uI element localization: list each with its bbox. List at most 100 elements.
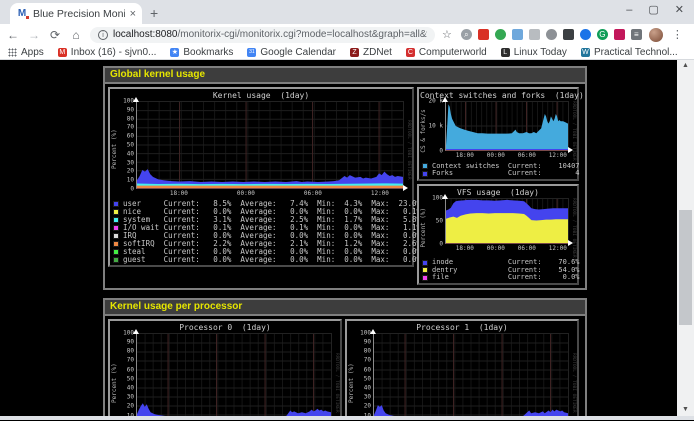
x-tick-label: 06:00 — [518, 245, 536, 252]
y-axis-label: Percent (%) — [111, 333, 119, 416]
bookmark-item[interactable]: MInbox (16) - sjvn0... — [58, 47, 157, 58]
bookmark-item[interactable]: ★Bookmarks — [170, 47, 233, 58]
y-tick-label: 0 — [439, 240, 443, 247]
y-axis-label: Percent (%) — [348, 333, 356, 416]
green-circle-ext-icon[interactable]: G — [597, 29, 608, 40]
legend-swatch — [422, 260, 428, 266]
tab-close-icon[interactable]: × — [130, 8, 136, 20]
bookmark-item[interactable]: 31Google Calendar — [247, 47, 336, 58]
graph-title: Kernel usage (1day) — [111, 91, 411, 100]
scrollbar-thumb[interactable] — [679, 210, 692, 325]
area-softIRQ — [137, 186, 403, 188]
bookmark-item[interactable]: LLinux Today — [501, 47, 567, 58]
address-bar[interactable]: i localhost:8080/monitorix-cgi/monitorix… — [90, 27, 435, 43]
home-icon[interactable]: ⌂ — [69, 28, 83, 42]
close-button[interactable]: ✕ — [675, 4, 684, 16]
legend-swatch — [422, 163, 428, 169]
x-tick-label: 00:00 — [487, 245, 505, 252]
bookmark-label: Inbox (16) - sjvn0... — [71, 47, 157, 58]
pin-ext-icon[interactable] — [614, 29, 625, 40]
zdnet-icon: Z — [350, 48, 359, 57]
site-info-icon[interactable]: i — [98, 30, 108, 40]
bookmark-item[interactable]: CComputerworld — [406, 47, 487, 58]
y-tick-label: 80 — [127, 115, 134, 122]
blue-pill-ext-icon[interactable] — [580, 29, 591, 40]
tablist-ext-icon[interactable]: ≡ — [631, 29, 642, 40]
bookmark-label: Google Calendar — [260, 47, 336, 58]
legend-swatch — [113, 249, 119, 255]
graph-context_switches[interactable]: Context switches and forks (1day)CS & fo… — [417, 87, 579, 181]
graph-plot — [136, 333, 332, 416]
notes-ext-icon[interactable] — [529, 29, 540, 40]
back-icon[interactable]: ← — [6, 28, 20, 42]
bookmark-star-icon[interactable]: ☆ — [442, 28, 452, 41]
computerworld-icon: C — [406, 48, 415, 57]
apps-shortcut[interactable]: Apps — [8, 47, 44, 58]
copy-pages-ext-icon[interactable] — [512, 29, 523, 40]
bookmark-item[interactable]: Z ZDNet — [350, 47, 392, 58]
y-tick-label: 0 — [130, 186, 134, 193]
new-tab-button[interactable]: + — [150, 5, 158, 24]
graph-kernel_usage[interactable]: Kernel usage (1day)Percent (%)1009080706… — [108, 87, 414, 267]
monitorix-favicon: M — [16, 8, 28, 20]
x-tick-label: 12:00 — [549, 245, 567, 252]
y-tick-label: 40 — [364, 384, 371, 391]
gmail-ext-icon[interactable] — [478, 29, 489, 40]
legend-swatch — [113, 217, 119, 223]
graph-vfs_usage[interactable]: VFS usage (1day)Percent (%)10050018:0000… — [417, 184, 579, 285]
y-tick-label: 30 — [127, 394, 134, 401]
maximize-button[interactable]: ▢ — [648, 4, 658, 16]
y-tick-label: 20 — [127, 403, 134, 410]
rrdtool-watermark: RRDTOOL / TOBI OETIKER — [569, 198, 576, 258]
y-tick-label: 10 k — [429, 123, 443, 130]
graph-processor1[interactable]: Processor 1 (1day)Percent (%)10090807060… — [345, 319, 579, 416]
graph-processor0[interactable]: Processor 0 (1day)Percent (%)10090807060… — [108, 319, 342, 416]
x-tick-label: 18:00 — [456, 245, 474, 252]
y-axis-label: Percent (%) — [420, 198, 428, 258]
y-tick-label: 20 k — [429, 98, 443, 105]
reload-icon[interactable]: ⟳ — [48, 28, 62, 42]
scroll-down-icon[interactable]: ▼ — [677, 404, 694, 416]
legend-row: file Current: 0.0% — [422, 274, 576, 282]
legend-swatch — [113, 201, 119, 207]
bookmark-item[interactable]: W Practical Technol... — [581, 47, 678, 58]
page-content: Global kernel usage Kernel usage (1day) P… — [0, 60, 694, 416]
legend-row: Forks Current: 4 — [422, 170, 576, 178]
chrome-menu-icon[interactable]: ⋮ — [672, 28, 683, 41]
wordpress-icon: W — [581, 48, 590, 57]
legend-swatch — [113, 225, 119, 231]
scrollbar[interactable]: ▲ ▼ — [677, 60, 694, 416]
legend-swatch — [113, 257, 119, 263]
section-kernel-per-processor: Kernel usage per processor Processor 0 (… — [103, 298, 587, 416]
y-axis-label: CS & forks/s — [420, 101, 428, 161]
browser-tab[interactable]: M Blue Precision Monitorix × — [10, 3, 142, 24]
bookmark-label: ZDNet — [363, 47, 392, 58]
x-tick-label: 06:00 — [518, 152, 536, 159]
section-global-kernel: Global kernel usage Kernel usage (1day) P… — [103, 66, 587, 290]
apps-grid-icon — [8, 48, 17, 57]
section-title: Kernel usage per processor — [105, 300, 585, 316]
eye-ext-icon[interactable] — [546, 29, 557, 40]
profile-avatar[interactable] — [649, 28, 663, 42]
axis-arrow-up-icon — [370, 329, 376, 334]
y-tick-label: 50 — [436, 217, 443, 224]
y-tick-label: 90 — [364, 338, 371, 345]
scroll-up-icon[interactable]: ▲ — [677, 60, 694, 72]
minimize-button[interactable]: – — [626, 4, 632, 16]
area-forks — [446, 149, 568, 150]
green-badge-ext-icon[interactable] — [495, 29, 506, 40]
graph-plot — [136, 101, 404, 189]
bookmark-label: Practical Technol... — [594, 47, 678, 58]
forward-icon[interactable]: → — [27, 28, 41, 42]
x-tick-label: 12:00 — [549, 152, 567, 159]
y-tick-label: 60 — [364, 366, 371, 373]
section-title: Global kernel usage — [105, 68, 585, 84]
url-text[interactable]: localhost:8080/monitorix-cgi/monitorix.c… — [113, 29, 427, 40]
x-tick-label: 18:00 — [456, 152, 474, 159]
y-tick-label: 0 — [439, 148, 443, 155]
y-tick-label: 70 — [127, 357, 134, 364]
search-ext-icon[interactable]: ⌕ — [461, 29, 472, 40]
y-tick-label: 50 — [127, 142, 134, 149]
dark-square-ext-icon[interactable] — [563, 29, 574, 40]
axis-arrow-up-icon — [442, 97, 448, 102]
